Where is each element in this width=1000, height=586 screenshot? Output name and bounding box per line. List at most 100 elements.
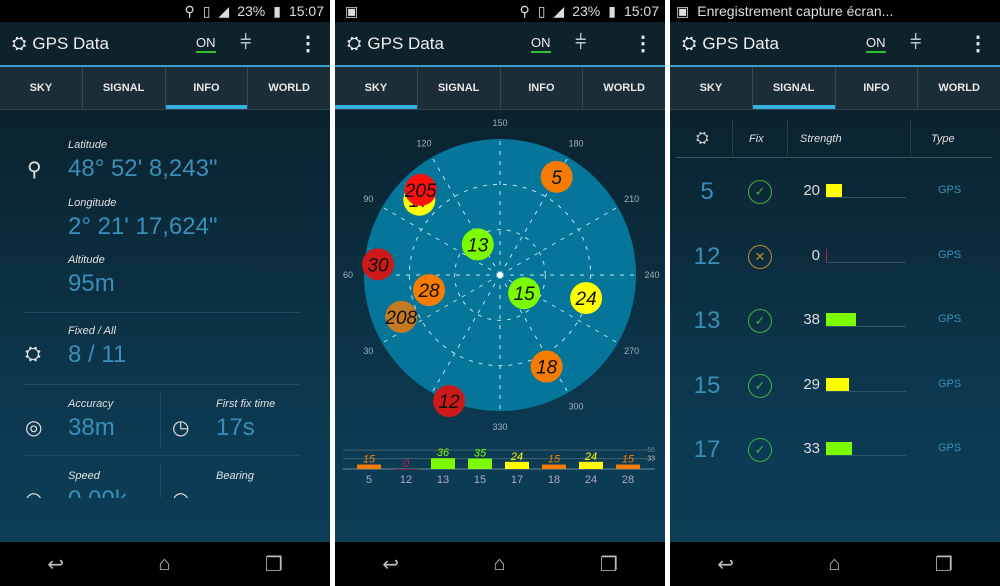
satellite-marker[interactable]: 24: [570, 282, 603, 315]
signal-row[interactable]: 5 ✓ 20 GPS: [670, 172, 1000, 212]
status-bar: ▣ Enregistrement capture écran...: [670, 0, 1000, 22]
info-screen: ⚲ ▯ ◢ 23% ▮ 15:07 ⛭ GPS Data ON ⫩ ⋮ SKY …: [0, 0, 330, 586]
satellite-label: 28: [417, 281, 440, 302]
tab-bar: SKY SIGNAL INFO WORLD: [0, 67, 330, 110]
more-menu-icon[interactable]: ⋮: [633, 31, 653, 56]
latitude-label: Latitude: [68, 139, 108, 151]
settings-sliders-icon[interactable]: ⫩: [575, 32, 586, 55]
more-menu-icon[interactable]: ⋮: [298, 31, 318, 56]
tab-world[interactable]: WORLD: [917, 67, 1000, 109]
divider: [160, 464, 161, 498]
nav-bar: ↩ ⌂ ❐: [0, 542, 330, 586]
altitude-value: 95m: [68, 270, 115, 297]
signal-row[interactable]: 15 ✓ 29 GPS: [670, 366, 1000, 406]
gps-toggle[interactable]: ON: [531, 35, 551, 53]
tab-info[interactable]: INFO: [834, 67, 918, 109]
satellite-marker[interactable]: 13: [461, 228, 494, 261]
nav-bar: ↩ ⌂ ❐: [670, 542, 1000, 586]
accuracy-label: Accuracy: [68, 398, 114, 410]
strength-track: [826, 197, 906, 198]
tab-info[interactable]: INFO: [499, 67, 583, 109]
satellite-label: 30: [367, 255, 389, 276]
screenshot-icon: ▣: [676, 2, 690, 19]
azimuth-label: 210: [624, 194, 639, 204]
type-sort-header[interactable]: Type: [910, 120, 990, 158]
satellite-marker[interactable]: 28: [413, 274, 446, 307]
snr-satellite-label: 5: [366, 474, 372, 486]
satellite-marker[interactable]: 12: [433, 385, 466, 418]
recents-icon[interactable]: ❐: [265, 552, 283, 577]
signal-row[interactable]: 13 ✓ 38 GPS: [670, 301, 1000, 341]
tab-signal[interactable]: SIGNAL: [751, 67, 835, 109]
check-circle-icon: ✓: [748, 180, 772, 204]
azimuth-label: 330: [492, 422, 507, 432]
snr-bar: [505, 461, 529, 469]
signal-row[interactable]: 17 ✓ 33 GPS: [670, 430, 1000, 470]
snr-satellite-label: 28: [622, 474, 634, 486]
settings-sliders-icon[interactable]: ⫩: [240, 32, 251, 55]
signal-row[interactable]: 12 ✕ 0 GPS: [670, 237, 1000, 277]
tab-sky[interactable]: SKY: [0, 67, 82, 109]
snr-value-label: 36: [437, 447, 450, 459]
rotate-icon: ▯: [202, 2, 211, 19]
tab-bar: SKY SIGNAL INFO WORLD: [670, 67, 1000, 110]
home-icon[interactable]: ⌂: [493, 553, 505, 576]
battery-text: 23%: [237, 3, 266, 19]
satellite-label: 205: [404, 181, 437, 202]
signal-icon: ◢: [553, 2, 565, 19]
satellite-dish-icon: ⛭: [12, 33, 27, 53]
strength-bar: [826, 442, 853, 455]
bearing-label: Bearing: [216, 470, 254, 482]
compass-icon: ◠: [172, 487, 189, 498]
tab-signal[interactable]: SIGNAL: [81, 67, 165, 109]
satellite-id: 12: [693, 242, 721, 270]
strength-header-label[interactable]: Strength: [800, 133, 842, 145]
back-icon[interactable]: ↩: [717, 552, 734, 577]
location-pin-icon: ⚲: [27, 159, 42, 181]
snr-bar: [431, 458, 455, 469]
azimuth-label: 270: [624, 346, 639, 356]
home-icon[interactable]: ⌂: [828, 553, 840, 576]
tab-signal[interactable]: SIGNAL: [416, 67, 500, 109]
back-icon[interactable]: ↩: [382, 552, 399, 577]
tab-info[interactable]: INFO: [164, 67, 248, 109]
satellite-marker[interactable]: 15: [508, 277, 541, 310]
recents-icon[interactable]: ❐: [935, 552, 953, 577]
longitude-value: 2° 21' 17,624": [68, 213, 218, 240]
tab-sky[interactable]: SKY: [335, 67, 417, 109]
snr-satellite-label: 13: [437, 474, 449, 486]
fix-sort-header[interactable]: Fix: [732, 120, 788, 158]
satellite-marker[interactable]: 30: [362, 248, 395, 281]
satellite-marker[interactable]: 18: [530, 350, 563, 383]
satellite-dish-icon: ⛭: [682, 33, 697, 53]
gps-toggle[interactable]: ON: [196, 35, 216, 53]
more-menu-icon[interactable]: ⋮: [968, 31, 988, 56]
gps-toggle[interactable]: ON: [866, 35, 886, 53]
screenshot-icon: ▣: [345, 2, 359, 19]
home-icon[interactable]: ⌂: [158, 553, 170, 576]
tab-sky[interactable]: SKY: [670, 67, 752, 109]
fixed-label: Fixed / All: [68, 325, 116, 337]
settings-sliders-icon[interactable]: ⫩: [910, 32, 921, 55]
satellite-marker[interactable]: 5: [540, 160, 573, 193]
satellite-dish-icon[interactable]: ⛭: [696, 130, 709, 148]
tab-world[interactable]: WORLD: [582, 67, 665, 109]
snr-satellite-label: 15: [474, 474, 486, 486]
tab-world[interactable]: WORLD: [247, 67, 330, 109]
zenith-dot: [497, 272, 503, 278]
signal-icon: ◢: [218, 2, 230, 19]
azimuth-label: 180: [568, 138, 583, 148]
back-icon[interactable]: ↩: [47, 552, 64, 577]
info-content[interactable]: ⚲ Latitude 48° 52' 8,243" Longitude 2° 2…: [0, 110, 330, 498]
snr-satellite-label: 18: [548, 474, 560, 486]
azimuth-label: 30: [363, 346, 373, 356]
longitude-label: Longitude: [68, 197, 117, 209]
recents-icon[interactable]: ❐: [600, 552, 618, 577]
satellite-dish-icon: ⛭: [347, 33, 362, 53]
satellite-label: 13: [467, 235, 489, 256]
strength-track: [826, 455, 906, 456]
snr-value-label: 35: [474, 448, 487, 460]
strength-bar: [826, 248, 827, 262]
satellite-label: 12: [438, 392, 460, 413]
latitude-value: 48° 52' 8,243": [68, 155, 218, 182]
